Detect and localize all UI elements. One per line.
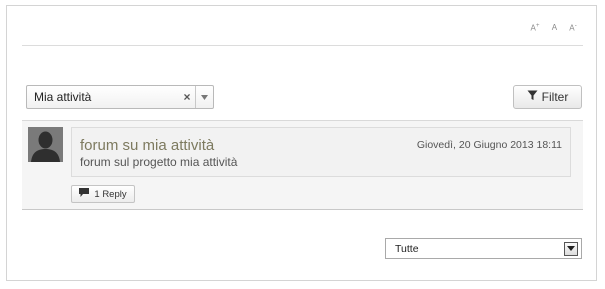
post-date: Giovedì, 20 Giugno 2013 18:11 — [416, 139, 562, 151]
filter-all-select[interactable]: Tutte — [385, 238, 582, 259]
filter-button[interactable]: Filter — [513, 85, 582, 109]
chevron-down-icon[interactable] — [564, 241, 578, 256]
activity-select-value: Mia attività — [34, 90, 92, 104]
post-list: forum su mia attività Giovedì, 20 Giugno… — [22, 120, 583, 210]
font-decrease-button[interactable]: A- — [569, 23, 577, 33]
divider — [22, 45, 583, 46]
chevron-down-icon[interactable] — [195, 86, 213, 108]
post-title[interactable]: forum su mia attività — [80, 137, 214, 154]
font-normal-button[interactable]: A — [552, 23, 558, 33]
font-size-controls: A+ A A- — [530, 23, 577, 33]
user-silhouette-icon — [28, 127, 63, 162]
comment-icon — [79, 188, 90, 200]
reply-button[interactable]: 1 Reply — [71, 185, 135, 203]
close-icon[interactable]: × — [179, 90, 195, 104]
filter-all-select-value: Tutte — [395, 242, 419, 255]
filter-button-label: Filter — [541, 90, 569, 104]
funnel-icon — [527, 90, 538, 104]
font-increase-button[interactable]: A+ — [530, 23, 539, 33]
post-body: forum sul progetto mia attività — [80, 155, 238, 169]
post-card: forum su mia attività Giovedì, 20 Giugno… — [71, 127, 571, 177]
reply-button-label: 1 Reply — [94, 188, 127, 200]
activity-select[interactable]: Mia attività × — [26, 85, 214, 109]
